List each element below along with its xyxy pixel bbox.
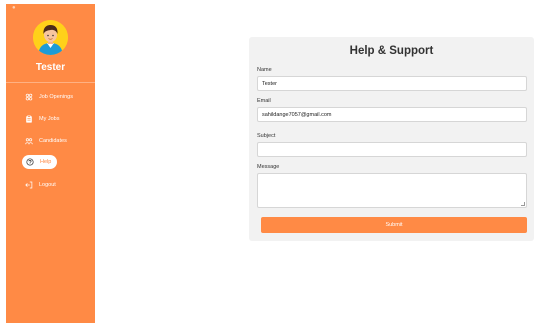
help-support-panel: Help & Support Name Tester Email sahilda… [249, 37, 534, 241]
question-circle-icon [25, 158, 34, 167]
sidebar-item-job-openings[interactable]: Job Openings [22, 90, 79, 104]
sidebar-item-label: Logout [39, 182, 56, 188]
sidebar-item-help[interactable]: Help [22, 155, 58, 169]
users-icon [24, 137, 33, 146]
clipboard-icon [24, 115, 33, 124]
name-label: Name [257, 67, 272, 73]
avatar [33, 20, 68, 55]
sidebar-item-logout[interactable]: Logout [22, 178, 62, 192]
subject-label: Subject [257, 133, 276, 139]
app-root: ● Tester Job Openings My Jobs Candidates… [0, 0, 534, 323]
message-label: Message [257, 164, 280, 170]
submit-button[interactable]: Submit [261, 217, 527, 233]
subject-field[interactable] [257, 142, 527, 157]
user-avatar-icon [33, 20, 68, 55]
people-group-icon [24, 93, 33, 102]
resize-handle[interactable] [521, 202, 525, 206]
sidebar-divider [6, 82, 95, 83]
sidebar-item-candidates[interactable]: Candidates [22, 134, 73, 148]
sidebar-item-my-jobs[interactable]: My Jobs [22, 112, 65, 126]
email-field[interactable]: sahildange7057@gmail.com [257, 107, 527, 122]
sidebar-item-label: Help [40, 159, 52, 165]
user-name: Tester [35, 62, 66, 73]
sidebar: ● Tester Job Openings My Jobs Candidates… [6, 4, 95, 323]
email-label: Email [257, 98, 271, 104]
message-textarea[interactable] [257, 173, 527, 208]
name-field[interactable]: Tester [257, 76, 527, 91]
logout-icon [24, 181, 33, 190]
sidebar-item-label: Candidates [39, 138, 67, 144]
page-title: Help & Support [349, 45, 434, 57]
sidebar-item-label: My Jobs [39, 116, 60, 122]
sidebar-item-label: Job Openings [39, 94, 73, 100]
corner-mark: ● [12, 5, 16, 11]
